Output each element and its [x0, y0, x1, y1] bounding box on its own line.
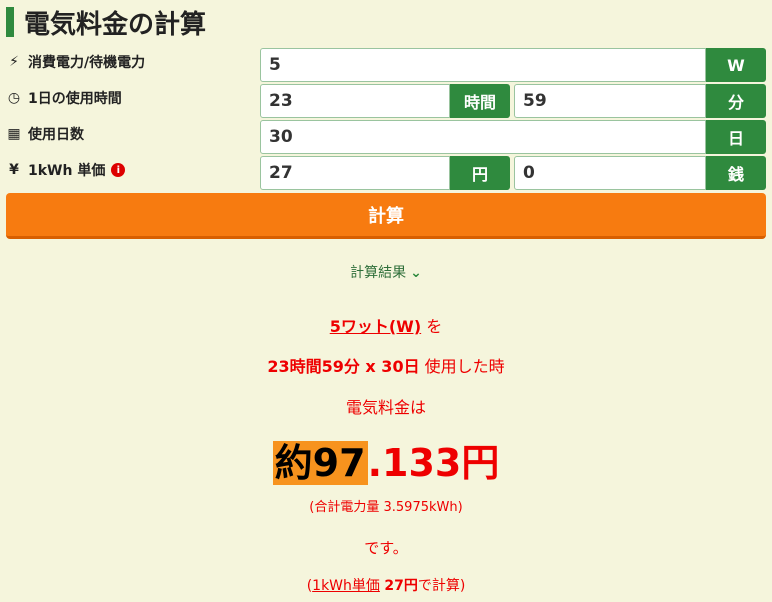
result-desu: です。: [364, 539, 408, 557]
result-fee-intro: 電気料金は: [345, 398, 426, 417]
power-input[interactable]: 5: [260, 48, 706, 82]
result-header[interactable]: 計算結果 ⌄: [0, 262, 772, 282]
days-unit: 日: [706, 120, 766, 154]
clock-icon: ◷: [7, 90, 21, 106]
yen-input[interactable]: 27: [260, 156, 450, 190]
chevron-down-icon: ⌄: [410, 265, 422, 281]
info-icon[interactable]: i: [111, 163, 126, 177]
price-row: ¥ 1kWh 単価 i 27 円 0 銭: [0, 156, 772, 190]
minutes-input[interactable]: 59: [514, 84, 706, 118]
sen-input[interactable]: 0: [514, 156, 706, 190]
power-label-text: 消費電力/待機電力: [28, 55, 146, 71]
title-accent-bar: [6, 7, 14, 37]
result-header-text: 計算結果: [350, 265, 407, 281]
footer-price: 27円: [384, 578, 418, 594]
calculate-button[interactable]: 計算: [6, 193, 766, 239]
hours-label-text: 1日の使用時間: [28, 91, 122, 107]
days-input[interactable]: 30: [260, 120, 706, 154]
power-label: ⚡︎ 消費電力/待機電力: [6, 48, 145, 76]
page-title: 電気料金の計算: [6, 4, 206, 40]
footer-close: で計算): [417, 578, 466, 594]
result-wo: を: [426, 317, 443, 336]
power-row: ⚡︎ 消費電力/待機電力 5 W: [0, 48, 772, 82]
days-label-text: 使用日数: [28, 127, 84, 143]
result-amount: 約97.133円: [0, 432, 772, 487]
result-usage: 23時間59分 x 30日: [267, 357, 420, 376]
result-footer: (1kWh単価 27円で計算): [0, 575, 772, 595]
result-total-energy: (合計電力量 3.5975kWh): [309, 500, 463, 515]
price-label: ¥ 1kWh 単価 i: [6, 156, 126, 184]
yen-icon: ¥: [9, 162, 19, 178]
result-amount-rest: .133円: [367, 441, 500, 485]
result-usage-suffix: 使用した時: [424, 357, 505, 376]
sen-unit: 銭: [706, 156, 766, 190]
days-label: ▦ 使用日数: [6, 120, 84, 148]
bolt-icon: ⚡︎: [9, 54, 19, 70]
hours-row: ◷ 1日の使用時間 23 時間 59 分: [0, 84, 772, 118]
calendar-icon: ▦: [7, 126, 21, 142]
result-usage-line: 23時間59分 x 30日 使用した時: [0, 353, 772, 377]
page-title-text: 電気料金の計算: [24, 9, 207, 40]
hours-input[interactable]: 23: [260, 84, 450, 118]
result-power: 5ワット(W): [329, 317, 422, 336]
unit-price-link[interactable]: 1kWh単価: [312, 578, 380, 594]
hours-unit: 時間: [450, 84, 510, 118]
hours-label: ◷ 1日の使用時間: [6, 84, 122, 112]
result-amount-highlight: 約97: [272, 441, 368, 485]
minutes-unit: 分: [706, 84, 766, 118]
power-unit: W: [706, 48, 766, 82]
price-label-text: 1kWh 単価: [28, 163, 106, 179]
result-power-line: 5ワット(W) を: [0, 313, 772, 337]
yen-unit: 円: [450, 156, 510, 190]
days-row: ▦ 使用日数 30 日: [0, 120, 772, 154]
